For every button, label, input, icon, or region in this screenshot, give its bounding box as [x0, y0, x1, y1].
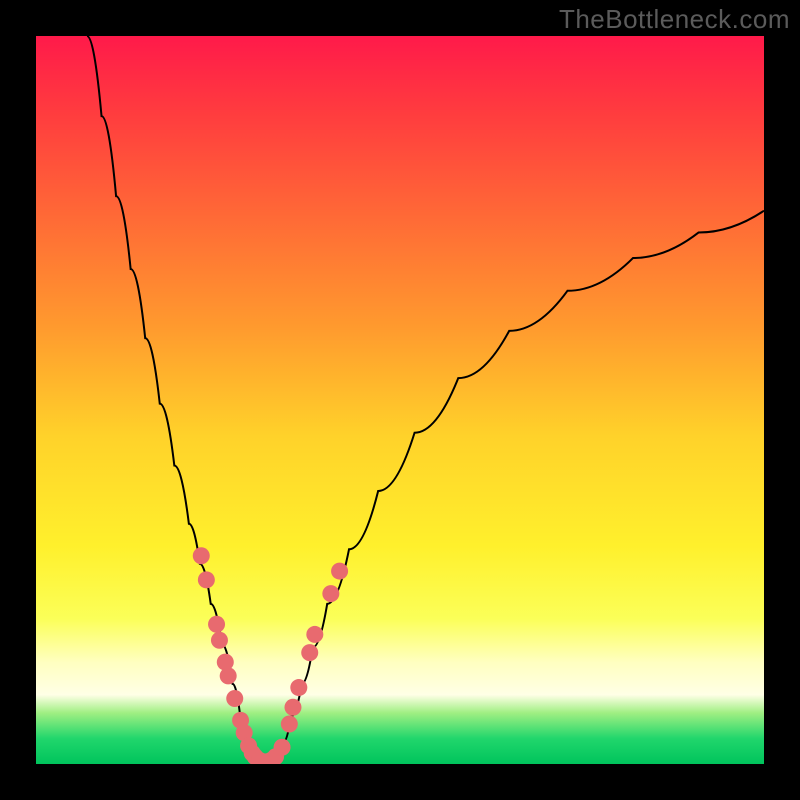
- data-point-marker: [290, 679, 307, 696]
- data-point-marker: [193, 547, 210, 564]
- data-point-marker: [220, 667, 237, 684]
- data-point-marker: [198, 571, 215, 588]
- data-point-marker: [284, 699, 301, 716]
- data-point-marker: [281, 715, 298, 732]
- data-point-marker: [274, 739, 291, 756]
- plot-background: [36, 36, 764, 764]
- data-point-marker: [301, 644, 318, 661]
- data-point-marker: [322, 585, 339, 602]
- chart-plot: [36, 36, 764, 764]
- data-point-marker: [211, 632, 228, 649]
- data-point-marker: [226, 690, 243, 707]
- data-point-marker: [331, 563, 348, 580]
- data-point-marker: [306, 626, 323, 643]
- chart-frame: TheBottleneck.com: [0, 0, 800, 800]
- data-point-marker: [208, 616, 225, 633]
- watermark-text: TheBottleneck.com: [559, 4, 790, 35]
